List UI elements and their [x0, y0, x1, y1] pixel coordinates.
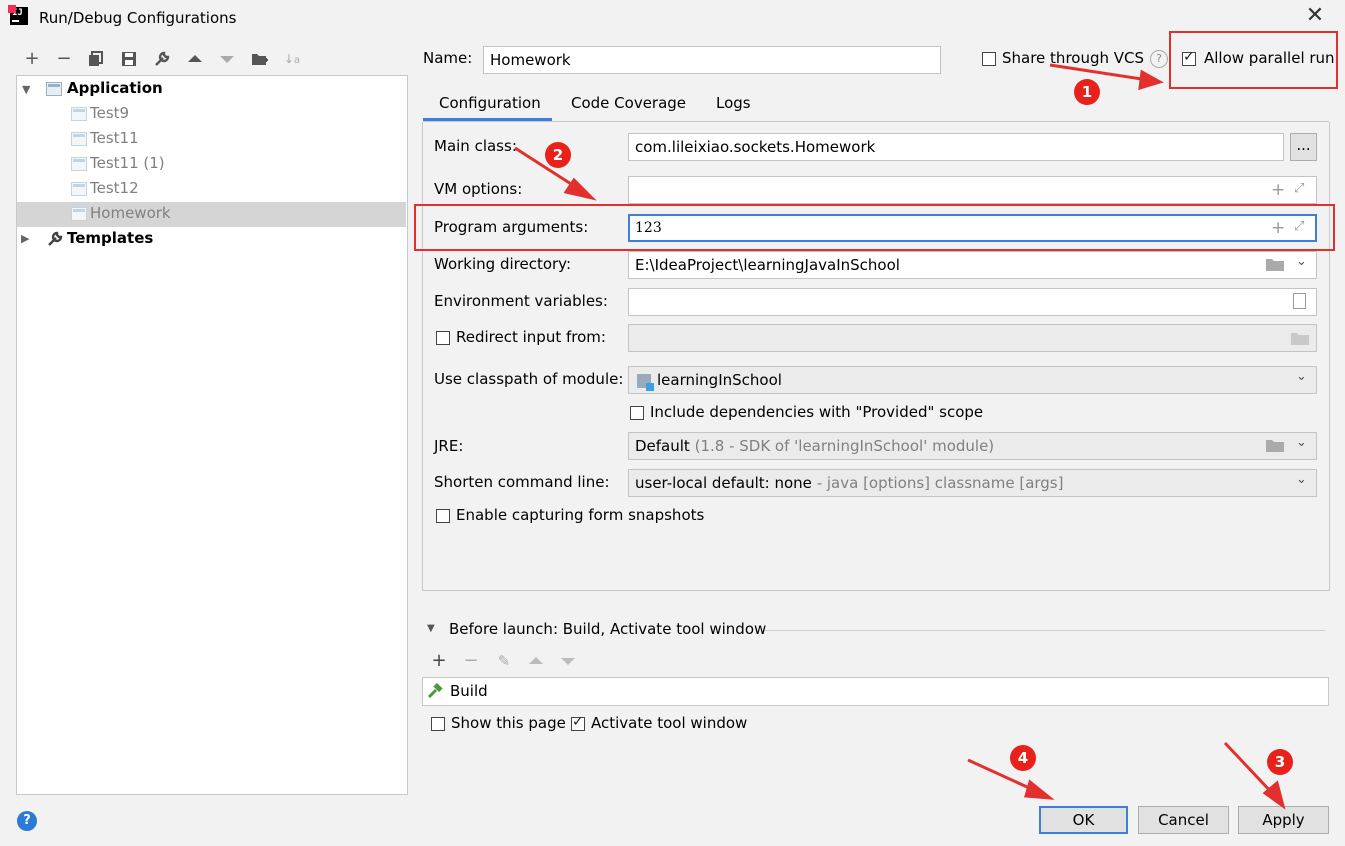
annotation-badge-4: 4 — [1010, 745, 1036, 771]
annotation-arrow-1 — [1049, 63, 1149, 82]
annotation-badge-1: 1 — [1074, 79, 1100, 105]
annotation-badge-2: 2 — [545, 142, 571, 168]
annotation-arrow-3 — [1223, 741, 1277, 798]
annotation-arrowhead-1 — [1138, 69, 1164, 91]
annotation-badge-3: 3 — [1267, 749, 1293, 775]
annotation-arrowhead-4 — [1024, 779, 1055, 800]
annotation-arrows — [514, 63, 1286, 810]
